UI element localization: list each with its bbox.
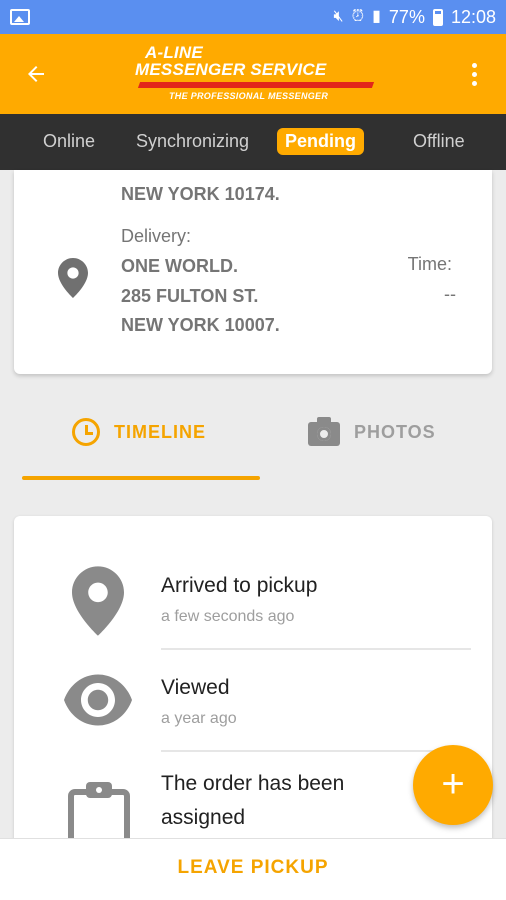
timeline-item-title-line1: The order has been xyxy=(161,772,345,795)
back-arrow-icon[interactable] xyxy=(20,58,52,90)
add-fab-button[interactable]: + xyxy=(413,745,493,825)
location-pin-icon xyxy=(58,258,88,298)
status-bar: 🔇︎ ⏰︎ ▮ 77% 12:08 xyxy=(0,0,506,34)
sync-status-bar: Online Synchronizing Pending Offline xyxy=(0,114,506,170)
timeline-item-title: Viewed xyxy=(161,676,230,699)
status-icons: 🔇︎ ⏰︎ ▮ 77% 12:08 xyxy=(334,7,496,28)
location-pin-icon xyxy=(72,566,124,636)
logo-line1: A-LINE xyxy=(145,43,203,62)
tab-photos[interactable]: PHOTOS xyxy=(308,417,436,446)
tab-pending[interactable]: Pending xyxy=(277,128,364,155)
overflow-menu-icon[interactable] xyxy=(462,58,486,90)
tab-synchronizing[interactable]: Synchronizing xyxy=(136,131,249,152)
divider xyxy=(161,648,471,650)
delivery-label: Delivery: xyxy=(121,226,192,246)
tab-timeline-label: TIMELINE xyxy=(114,421,206,442)
battery-percent: 77% xyxy=(388,6,425,27)
timeline-item-time: a few seconds ago xyxy=(161,608,295,625)
tab-offline[interactable]: Offline xyxy=(413,131,465,152)
gallery-icon xyxy=(10,9,30,25)
mute-icon: 🔇︎ xyxy=(333,8,344,25)
clock-time: 12:08 xyxy=(450,6,496,27)
clock-icon xyxy=(72,418,100,446)
company-logo: A-LINE MESSENGER SERVICE THE PROFESSIONA… xyxy=(135,44,375,104)
app-bar: A-LINE MESSENGER SERVICE THE PROFESSIONA… xyxy=(0,34,506,114)
time-label: Time: xyxy=(407,254,452,274)
bottom-action-bar: LEAVE PICKUP xyxy=(0,838,506,900)
timeline-item-title-line2: assigned xyxy=(161,806,246,829)
alarm-icon: ⏰︎ xyxy=(351,8,365,25)
divider xyxy=(161,750,471,752)
logo-tagline: THE PROFESSIONAL MESSENGER xyxy=(169,91,329,101)
delivery-address-line3: NEW YORK 10007. xyxy=(121,315,280,335)
tab-online[interactable]: Online xyxy=(43,131,95,152)
tab-photos-label: PHOTOS xyxy=(354,421,436,442)
camera-icon xyxy=(308,417,340,446)
logo-stripe xyxy=(137,82,375,88)
timeline-item-time: a year ago xyxy=(161,710,237,727)
logo-line2: MESSENGER SERVICE xyxy=(135,60,327,79)
delivery-address-line2: 285 FULTON ST. xyxy=(121,286,259,306)
delivery-address-line1: ONE WORLD. xyxy=(121,256,238,276)
tab-timeline[interactable]: TIMELINE xyxy=(72,418,206,446)
eye-icon xyxy=(64,674,132,726)
signal-icon: ▮ xyxy=(372,8,381,25)
battery-icon xyxy=(432,8,443,26)
timeline-item-title: Arrived to pickup xyxy=(161,574,318,597)
pickup-address-tail: NEW YORK 10174. xyxy=(121,184,280,204)
time-value: -- xyxy=(444,284,456,304)
leave-pickup-button[interactable]: LEAVE PICKUP xyxy=(0,857,506,879)
address-card: NEW YORK 10174. Delivery: ONE WORLD. 285… xyxy=(14,170,492,374)
active-tab-indicator xyxy=(22,476,260,480)
